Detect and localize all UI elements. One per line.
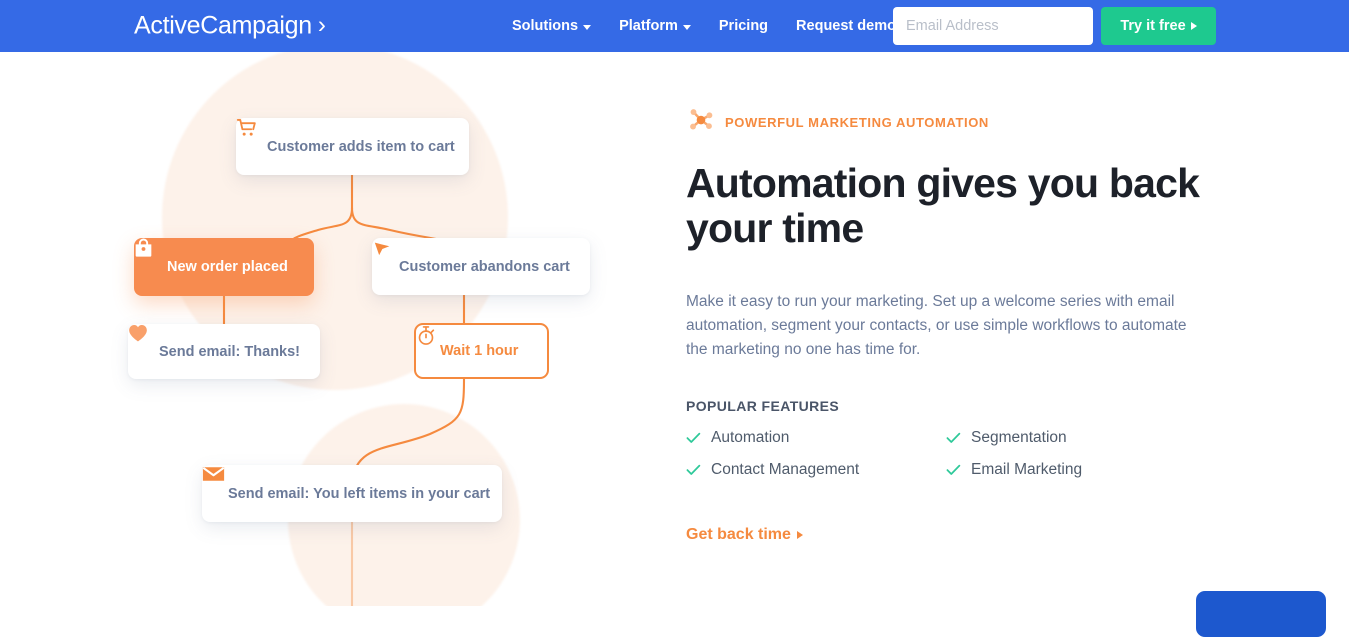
nav-item-solutions[interactable]: Solutions bbox=[512, 18, 605, 34]
brand-logo[interactable]: ActiveCampaign › bbox=[134, 12, 326, 41]
chevron-down-icon bbox=[583, 24, 592, 30]
network-nodes-icon bbox=[686, 105, 716, 140]
flow-node-send-email-thanks[interactable]: Send email: Thanks! bbox=[128, 324, 320, 379]
feature-item: Email Marketing bbox=[946, 458, 1206, 481]
eyebrow-row: POWERFUL MARKETING AUTOMATION bbox=[686, 105, 989, 140]
popular-features-list: Automation Segmentation Contact Manageme… bbox=[686, 426, 1206, 481]
try-it-free-label: Try it free bbox=[1120, 18, 1186, 34]
feature-item: Automation bbox=[686, 426, 946, 449]
feature-item: Contact Management bbox=[686, 458, 946, 481]
nav-item-label: Solutions bbox=[512, 18, 579, 34]
flow-node-label: New order placed bbox=[167, 259, 288, 275]
flow-node-label: Send email: You left items in your cart bbox=[228, 485, 491, 502]
nav-item-platform[interactable]: Platform bbox=[605, 18, 705, 34]
chevron-right-icon: › bbox=[317, 11, 326, 38]
email-input[interactable] bbox=[893, 7, 1093, 45]
automation-flow-diagram: Customer adds item to cart New order pla… bbox=[0, 52, 660, 606]
nav-item-request-demo[interactable]: Request demo bbox=[782, 18, 910, 34]
popular-features-heading: POPULAR FEATURES bbox=[686, 398, 840, 414]
nav-item-label: Request demo bbox=[796, 18, 896, 34]
flow-node-label: Customer abandons cart bbox=[399, 258, 570, 275]
flow-node-label: Wait 1 hour bbox=[440, 343, 519, 359]
nav-item-label: Pricing bbox=[718, 18, 769, 34]
feature-label: Automation bbox=[711, 428, 790, 446]
chevron-down-icon bbox=[682, 24, 691, 30]
hero-content: POWERFUL MARKETING AUTOMATION Automation… bbox=[686, 52, 1286, 606]
flow-node-send-email-you-left-items[interactable]: Send email: You left items in your cart bbox=[202, 465, 502, 522]
triangle-right-icon bbox=[1190, 22, 1197, 30]
top-navigation-bar: ActiveCampaign › Solutions Platform Pric… bbox=[0, 0, 1349, 52]
chat-widget-button[interactable] bbox=[1196, 591, 1326, 637]
brand-logo-text: ActiveCampaign bbox=[134, 11, 312, 40]
hero-section: Customer adds item to cart New order pla… bbox=[0, 52, 1349, 606]
check-icon bbox=[686, 462, 701, 477]
feature-item: Segmentation bbox=[946, 426, 1206, 449]
flow-node-label: Customer adds item to cart bbox=[267, 138, 455, 155]
check-icon bbox=[946, 430, 961, 445]
check-icon bbox=[686, 430, 701, 445]
flow-node-label: Send email: Thanks! bbox=[159, 343, 301, 360]
get-back-time-label: Get back time bbox=[686, 526, 791, 543]
nav-item-pricing[interactable]: Pricing bbox=[705, 18, 782, 34]
main-nav: Solutions Platform Pricing Request demo bbox=[512, 18, 910, 34]
get-back-time-link[interactable]: Get back time bbox=[686, 526, 803, 544]
hero-description: Make it easy to run your marketing. Set … bbox=[686, 293, 1187, 358]
flow-node-new-order-placed[interactable]: New order placed bbox=[134, 238, 314, 296]
feature-label: Contact Management bbox=[711, 460, 860, 478]
flow-node-wait-1-hour[interactable]: Wait 1 hour bbox=[414, 323, 549, 379]
triangle-right-icon bbox=[796, 531, 803, 539]
eyebrow-label: POWERFUL MARKETING AUTOMATION bbox=[725, 115, 989, 130]
try-it-free-button[interactable]: Try it free bbox=[1101, 7, 1216, 45]
page-title: Automation gives you back your time bbox=[686, 160, 1200, 251]
check-icon bbox=[946, 462, 961, 477]
flow-node-customer-abandons-cart[interactable]: Customer abandons cart bbox=[372, 238, 590, 295]
flow-node-customer-adds-item-to-cart[interactable]: Customer adds item to cart bbox=[236, 118, 469, 175]
feature-label: Segmentation bbox=[971, 428, 1067, 446]
feature-label: Email Marketing bbox=[971, 460, 1083, 478]
nav-item-label: Platform bbox=[619, 18, 678, 34]
